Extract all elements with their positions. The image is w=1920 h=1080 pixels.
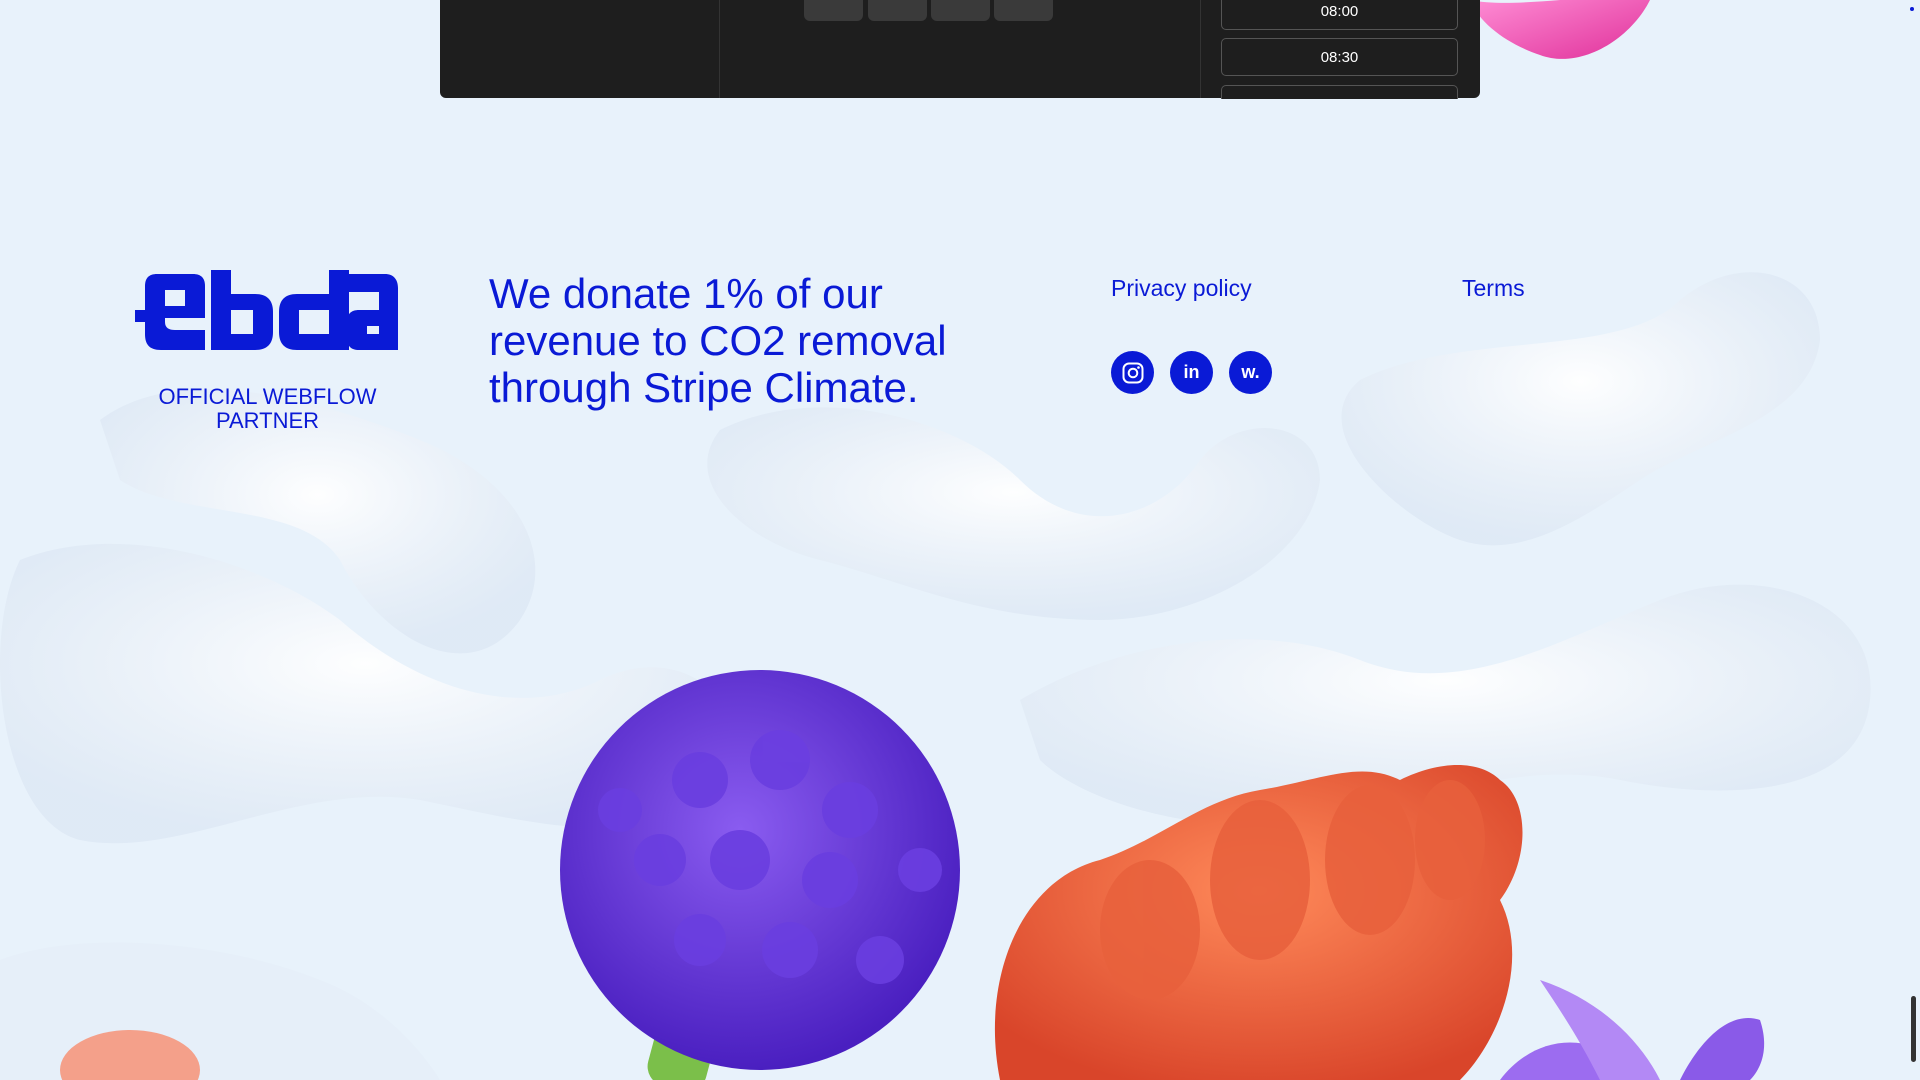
calendar-day-cell[interactable] (868, 0, 927, 21)
panel-divider (719, 0, 720, 98)
instagram-icon (1122, 362, 1143, 383)
calendar-day-cell[interactable] (994, 0, 1053, 21)
webflow-button[interactable]: w. (1229, 351, 1272, 394)
corner-indicator (1910, 7, 1914, 11)
donation-statement: We donate 1% of our revenue to CO2 remov… (489, 270, 947, 411)
time-slot-button-partial[interactable] (1221, 85, 1458, 99)
scrollbar-thumb[interactable] (1911, 996, 1916, 1062)
linkedin-icon: in (1183, 362, 1200, 382)
decorative-3d-artwork (0, 0, 1871, 1080)
partner-label: OFFICIAL WEBFLOW PARTNER (158, 384, 377, 433)
calendar-day-cell[interactable] (804, 0, 863, 21)
ebda-logo[interactable] (135, 270, 400, 354)
instagram-button[interactable] (1111, 351, 1154, 394)
time-slot-button[interactable]: 08:00 (1221, 0, 1458, 30)
webflow-icon: w. (1241, 362, 1260, 382)
terms-link[interactable]: Terms (1462, 275, 1525, 302)
time-slot-button[interactable]: 08:30 (1221, 38, 1458, 76)
privacy-policy-link[interactable]: Privacy policy (1111, 275, 1252, 302)
linkedin-button[interactable]: in (1170, 351, 1213, 394)
panel-divider (1200, 0, 1201, 98)
calendar-day-cell[interactable] (931, 0, 990, 21)
